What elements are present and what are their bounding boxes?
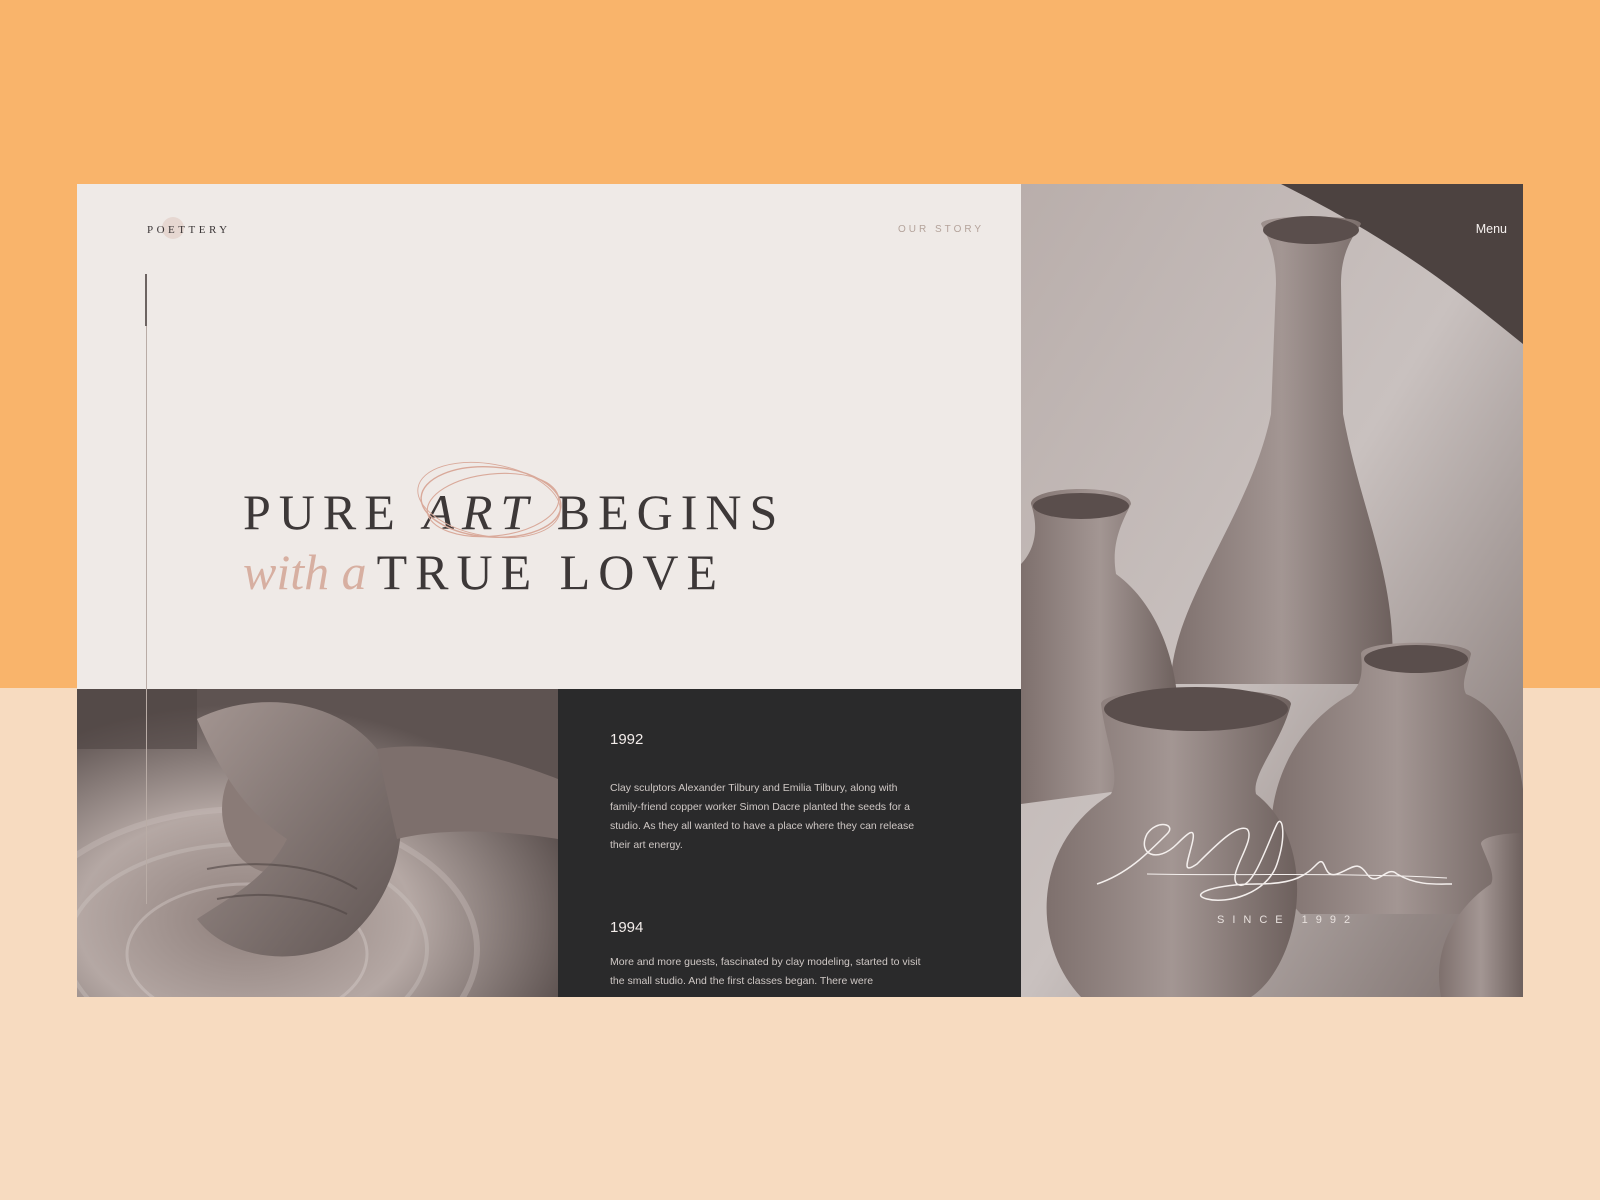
timeline-year-1994: 1994 bbox=[610, 919, 644, 936]
headline-script-text: with a bbox=[243, 544, 367, 600]
timeline-text-1994: More and more guests, fascinated by clay… bbox=[610, 956, 921, 987]
headline-word-pure: PURE bbox=[243, 484, 403, 540]
since-label: SINCE 1992 bbox=[1217, 914, 1359, 926]
headline-true-love: TRUE LOVE bbox=[376, 544, 725, 600]
website-frame: POETTERY OUR STORY PURE ART BEGINS with … bbox=[77, 184, 1523, 997]
headline-line-2: with a TRUE LOVE bbox=[243, 542, 785, 602]
headline-word-begins: BEGINS bbox=[556, 484, 786, 540]
clay-vases-photo: Menu SINCE 1992 bbox=[1021, 184, 1523, 997]
timeline-panel: 1992 Clay sculptors Alexander Tilbury an… bbox=[558, 689, 1021, 997]
signature-decoration bbox=[1096, 820, 1453, 901]
scroll-progress-indicator[interactable] bbox=[145, 274, 147, 326]
menu-button[interactable]: Menu bbox=[1476, 222, 1507, 236]
vertical-scroll-line bbox=[146, 274, 147, 904]
nav-our-story-link[interactable]: OUR STORY bbox=[898, 224, 984, 235]
logo[interactable]: POETTERY bbox=[147, 224, 231, 236]
timeline-year-1992: 1992 bbox=[610, 731, 644, 748]
hero-panel: POETTERY OUR STORY PURE ART BEGINS with … bbox=[77, 184, 1021, 689]
hands-pottery-wheel-photo bbox=[77, 689, 558, 997]
timeline-text-1992: Clay sculptors Alexander Tilbury and Emi… bbox=[610, 782, 915, 851]
scribble-circle-decoration bbox=[417, 461, 562, 539]
